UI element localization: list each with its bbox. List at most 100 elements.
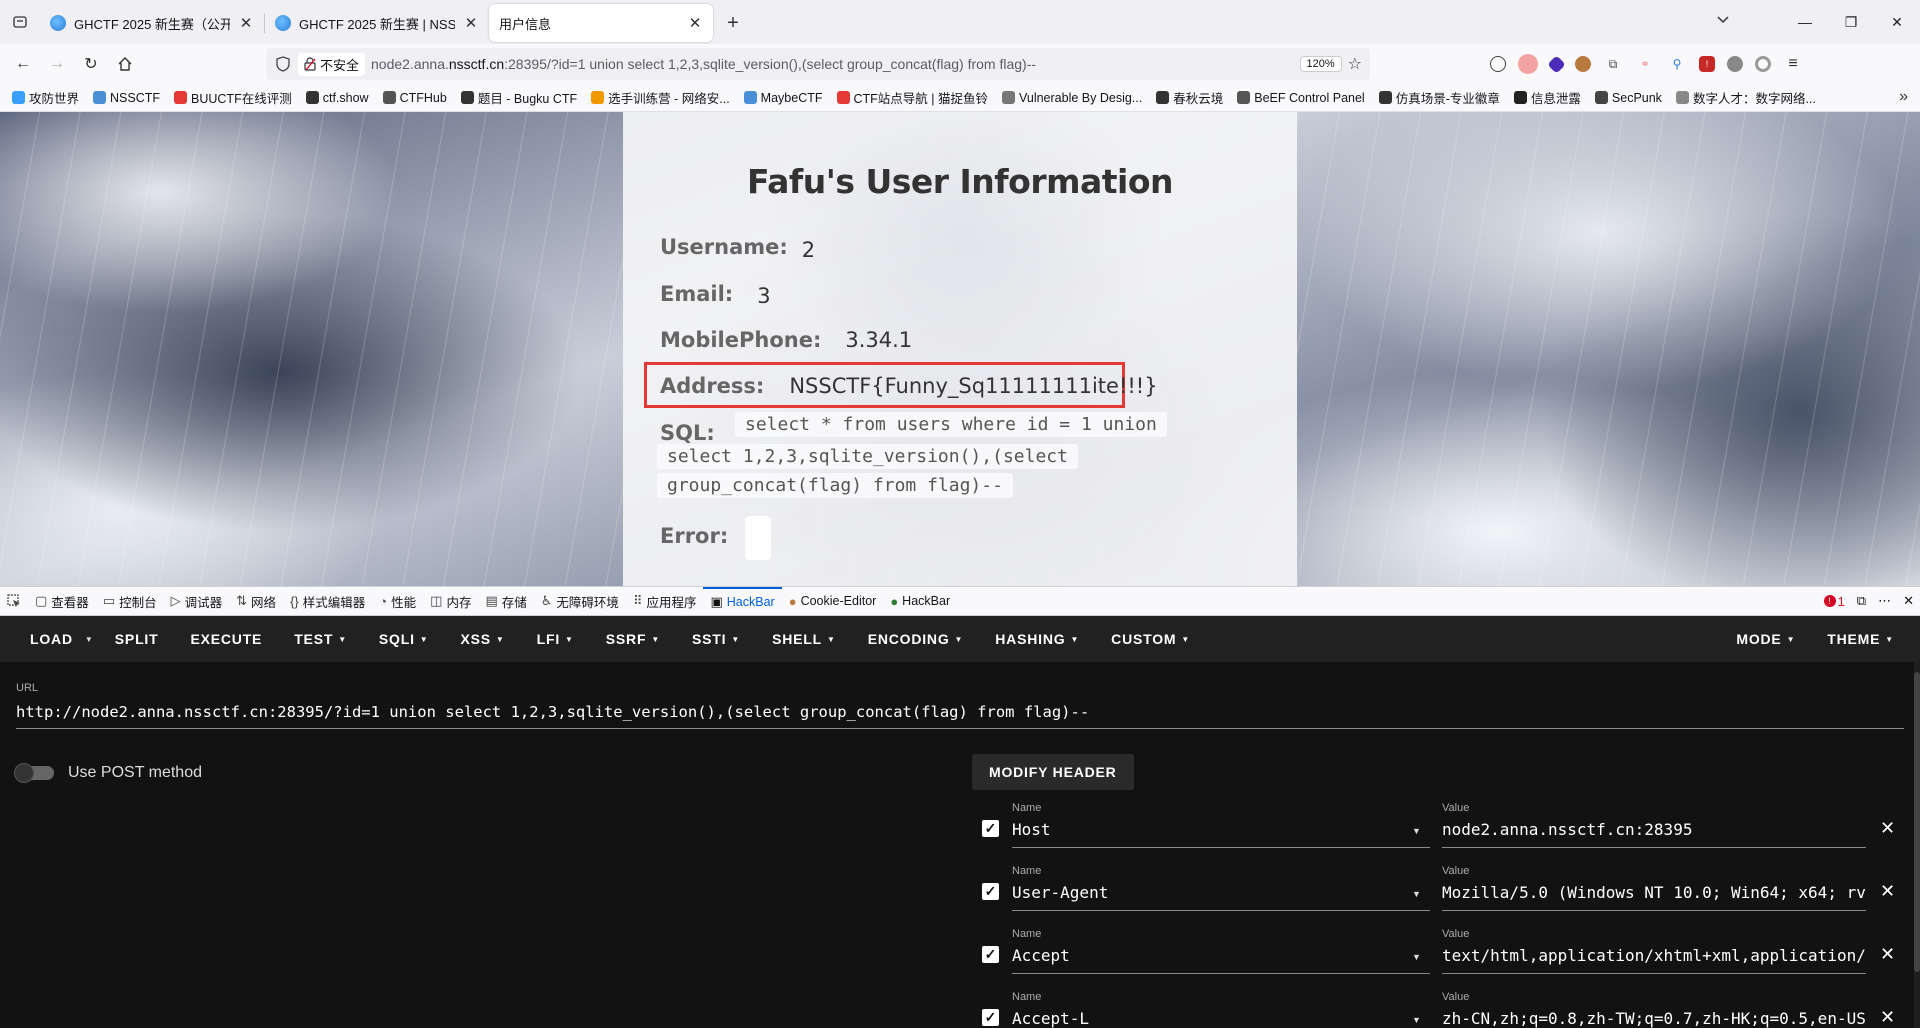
modify-header-button[interactable]: MODIFY HEADER bbox=[972, 754, 1134, 790]
devtools-tab[interactable]: ▷ 调试器 bbox=[164, 587, 230, 615]
new-tab-button[interactable]: + bbox=[717, 4, 749, 42]
bookmark-item[interactable]: NSSCTF bbox=[93, 91, 160, 105]
bookmark-item[interactable]: MaybeCTF bbox=[743, 91, 823, 105]
bookmark-item[interactable]: 信息泄露 bbox=[1513, 88, 1581, 107]
extension-globe-icon[interactable] bbox=[1727, 56, 1743, 72]
bookmark-item[interactable]: BUUCTF在线评测 bbox=[174, 88, 292, 107]
load-options-caret-icon[interactable]: ▼ bbox=[79, 616, 99, 662]
hackbar-execute-button[interactable]: EXECUTE bbox=[174, 616, 278, 662]
bookmarks-overflow-icon[interactable]: » bbox=[1899, 88, 1908, 106]
hackbar-xss-button[interactable]: XSS ▼ bbox=[445, 616, 521, 662]
hackbar-shell-button[interactable]: SHELL ▼ bbox=[756, 616, 852, 662]
error-count-badge[interactable]: ! 1 bbox=[1823, 594, 1845, 609]
extension-badge-icon[interactable]: ! bbox=[1699, 56, 1715, 72]
header-name-dropdown-icon[interactable]: ▼ bbox=[1412, 826, 1421, 836]
minimize-icon[interactable]: — bbox=[1782, 0, 1828, 44]
close-devtools-icon[interactable]: ✕ bbox=[1903, 593, 1914, 609]
zoom-level[interactable]: 120% bbox=[1299, 56, 1342, 72]
devtools-tab[interactable]: ♿ 无障碍环境 bbox=[534, 587, 626, 615]
back-icon[interactable]: ← bbox=[6, 48, 40, 80]
extension-cube-icon[interactable] bbox=[1547, 54, 1566, 74]
hackbar-mode-button[interactable]: MODE ▼ bbox=[1720, 616, 1811, 662]
shield-icon[interactable] bbox=[274, 55, 292, 73]
devtools-tab[interactable]: ⇅ 网络 bbox=[229, 587, 283, 615]
remove-header-icon[interactable]: ✕ bbox=[1880, 1007, 1895, 1028]
header-name-dropdown-icon[interactable]: ▼ bbox=[1412, 1015, 1421, 1025]
tab-list-icon[interactable] bbox=[0, 0, 40, 44]
hackbar-load-button[interactable]: LOAD bbox=[14, 616, 79, 662]
close-tab-icon[interactable]: ✕ bbox=[238, 14, 254, 32]
url-input[interactable]: http://node2.anna.nssctf.cn:28395/?id=1 … bbox=[16, 703, 1904, 729]
header-name-input[interactable]: Host bbox=[1012, 820, 1430, 848]
restore-icon[interactable]: ❐ bbox=[1828, 0, 1874, 44]
insecure-badge[interactable]: 不安全 bbox=[298, 52, 366, 76]
extension-circle-icon[interactable] bbox=[1755, 56, 1771, 72]
post-method-toggle[interactable]: Use POST method bbox=[14, 763, 202, 783]
devtools-tab[interactable]: ◫ 内存 bbox=[423, 587, 478, 615]
devtools-tab[interactable]: ◔ 性能 bbox=[372, 587, 423, 615]
bookmark-item[interactable]: Vulnerable By Desig... bbox=[1002, 91, 1142, 105]
hackbar-theme-button[interactable]: THEME ▼ bbox=[1811, 616, 1910, 662]
tab-ghctf-nssctf[interactable]: GHCTF 2025 新生赛 | NSSCTF ✕ bbox=[265, 4, 489, 42]
devtools-tab[interactable]: ▤ 存储 bbox=[478, 587, 533, 615]
hackbar-lfi-button[interactable]: LFI ▼ bbox=[521, 616, 590, 662]
extension-anime-icon[interactable] bbox=[1518, 54, 1538, 74]
cookie-icon[interactable] bbox=[1575, 56, 1591, 72]
devtools-tab[interactable]: ⠿ 应用程序 bbox=[626, 587, 704, 615]
menu-icon[interactable]: ≡ bbox=[1783, 54, 1803, 74]
bookmark-item[interactable]: 攻防世界 bbox=[12, 88, 79, 107]
header-name-input[interactable]: User-Agent bbox=[1012, 883, 1430, 911]
bookmark-item[interactable]: 春秋云境 bbox=[1156, 88, 1223, 107]
header-name-input[interactable]: Accept-L bbox=[1012, 1009, 1430, 1028]
header-name-dropdown-icon[interactable]: ▼ bbox=[1412, 889, 1421, 899]
remove-header-icon[interactable]: ✕ bbox=[1880, 881, 1895, 902]
reload-icon[interactable]: ↻ bbox=[74, 48, 108, 80]
hackbar-scrollbar[interactable] bbox=[1914, 662, 1920, 1028]
extensions-puzzle-icon[interactable]: ⧉ bbox=[1603, 54, 1623, 74]
header-enabled-checkbox[interactable]: ✓ bbox=[982, 946, 999, 963]
bookmark-star-icon[interactable]: ☆ bbox=[1348, 54, 1362, 74]
devtools-tab[interactable]: {} 样式编辑器 bbox=[283, 587, 372, 615]
tab-ghctf-public[interactable]: GHCTF 2025 新生赛（公开赛道 ✕ bbox=[40, 4, 264, 42]
hackbar-custom-button[interactable]: CUSTOM ▼ bbox=[1095, 616, 1206, 662]
bookmark-item[interactable]: BeEF Control Panel bbox=[1237, 91, 1365, 105]
hackbar-ssrf-button[interactable]: SSRF ▼ bbox=[590, 616, 676, 662]
extension-pin-icon[interactable]: ⚲ bbox=[1667, 54, 1687, 74]
tab-user-info[interactable]: 用户信息 ✕ bbox=[489, 4, 713, 42]
account-icon[interactable] bbox=[1490, 56, 1506, 72]
hackbar-test-button[interactable]: TEST ▼ bbox=[278, 616, 363, 662]
devtools-tab[interactable]: ● HackBar bbox=[883, 587, 957, 615]
url-text[interactable]: node2.anna.nssctf.cn:28395/?id=1 union s… bbox=[371, 56, 1294, 72]
header-enabled-checkbox[interactable]: ✓ bbox=[982, 820, 999, 837]
forward-icon[interactable]: → bbox=[40, 48, 74, 80]
devtools-tab[interactable]: ● Cookie-Editor bbox=[782, 587, 884, 615]
more-options-icon[interactable]: ⋯ bbox=[1878, 593, 1891, 609]
close-window-icon[interactable]: ✕ bbox=[1874, 0, 1920, 44]
bookmark-item[interactable]: SecPunk bbox=[1594, 91, 1662, 105]
header-value-input[interactable]: Mozilla/5.0 (Windows NT 10.0; Win64; x64… bbox=[1442, 883, 1866, 911]
bookmark-item[interactable]: CTF站点导航 | 猫捉鱼铃 bbox=[836, 88, 988, 107]
bookmark-item[interactable]: 仿真场景-专业徽章 bbox=[1378, 88, 1500, 107]
header-value-input[interactable]: text/html,application/xhtml+xml,applicat… bbox=[1442, 946, 1866, 974]
devtools-tab[interactable]: ▭ 控制台 bbox=[96, 587, 164, 615]
header-name-input[interactable]: Accept bbox=[1012, 946, 1430, 974]
dock-side-icon[interactable]: ⧉ bbox=[1857, 593, 1866, 609]
bookmark-item[interactable]: CTFHub bbox=[382, 91, 447, 105]
address-bar[interactable]: 不安全 node2.anna.nssctf.cn:28395/?id=1 uni… bbox=[266, 48, 1370, 80]
remove-header-icon[interactable]: ✕ bbox=[1880, 818, 1895, 839]
bookmark-item[interactable]: 选手训练营 - 网络安... bbox=[591, 88, 730, 107]
element-picker-icon[interactable] bbox=[0, 587, 28, 615]
remove-header-icon[interactable]: ✕ bbox=[1880, 944, 1895, 965]
header-value-input[interactable]: node2.anna.nssctf.cn:28395 bbox=[1442, 820, 1866, 848]
toggle-switch[interactable] bbox=[14, 763, 54, 783]
chevron-down-icon[interactable] bbox=[1716, 12, 1730, 28]
home-icon[interactable] bbox=[108, 48, 142, 80]
devtools-tab[interactable]: ▢ 查看器 bbox=[28, 587, 96, 615]
hackbar-split-button[interactable]: SPLIT bbox=[99, 616, 175, 662]
extension-link-icon[interactable]: ⚭ bbox=[1635, 54, 1655, 74]
hackbar-hashing-button[interactable]: HASHING ▼ bbox=[979, 616, 1095, 662]
header-value-input[interactable]: zh-CN,zh;q=0.8,zh-TW;q=0.7,zh-HK;q=0.5,e… bbox=[1442, 1009, 1866, 1028]
close-tab-icon[interactable]: ✕ bbox=[463, 14, 479, 32]
bookmark-item[interactable]: 题目 - Bugku CTF bbox=[460, 88, 577, 107]
header-name-dropdown-icon[interactable]: ▼ bbox=[1412, 952, 1421, 962]
